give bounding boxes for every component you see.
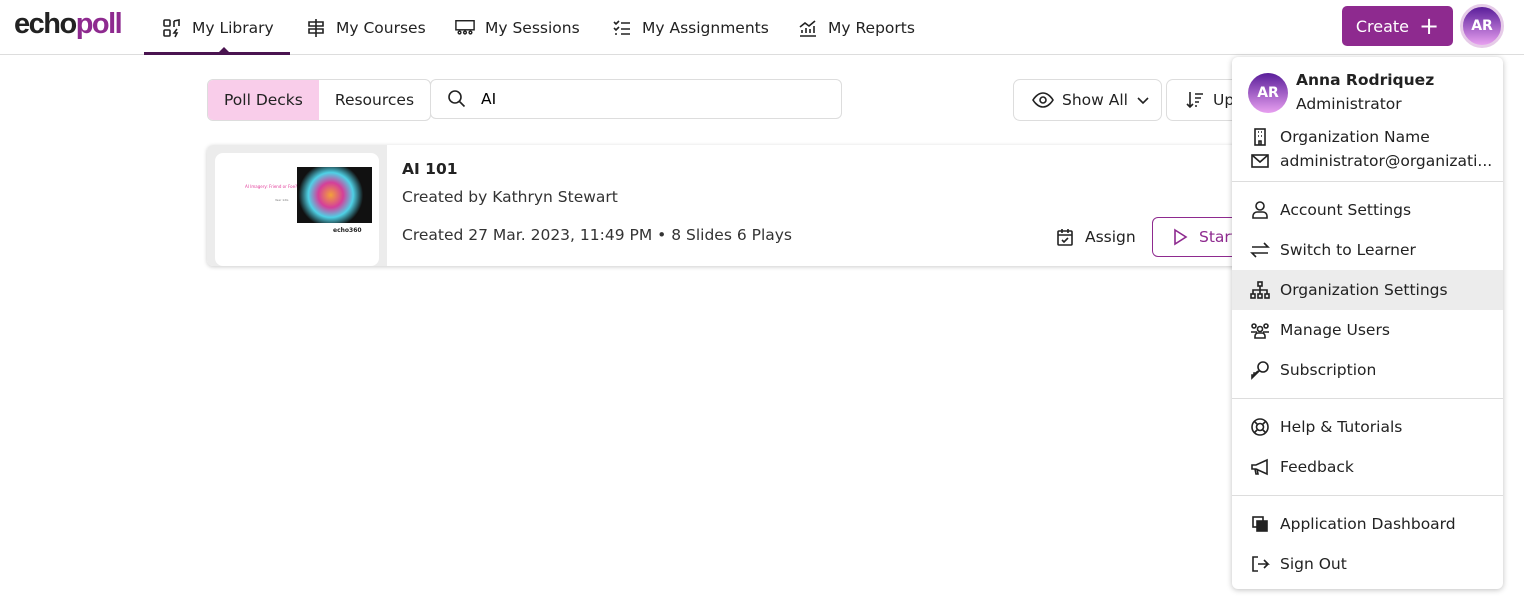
library-icon xyxy=(163,18,180,37)
key-icon xyxy=(1251,361,1269,380)
user-avatar-button[interactable]: AR xyxy=(1460,4,1504,48)
menu-manage-users[interactable]: Manage Users xyxy=(1232,310,1503,350)
menu-sign-out[interactable]: Sign Out xyxy=(1232,544,1503,584)
users-icon xyxy=(1251,323,1269,339)
library-tabs: Poll Decks Resources xyxy=(207,79,432,121)
org-chart-icon xyxy=(1250,281,1270,299)
menu-account-settings[interactable]: Account Settings xyxy=(1232,190,1503,230)
plus-icon: + xyxy=(1419,12,1440,40)
nav-my-sessions[interactable]: My Sessions xyxy=(455,0,580,55)
user-icon xyxy=(1252,201,1268,219)
menu-application-dashboard[interactable]: Application Dashboard xyxy=(1232,504,1503,544)
sessions-icon xyxy=(455,19,475,35)
nav-my-assignments[interactable]: My Assignments xyxy=(612,0,769,55)
chevron-down-icon xyxy=(1137,97,1149,105)
tab-resources[interactable]: Resources xyxy=(319,80,430,120)
deck-author: Created by Kathryn Stewart xyxy=(402,188,618,206)
play-icon xyxy=(1174,228,1188,246)
top-bar: echopoll My Library My Courses My Sessio… xyxy=(0,0,1524,55)
menu-organization-settings[interactable]: Organization Settings xyxy=(1232,270,1503,310)
calendar-check-icon xyxy=(1057,229,1073,246)
menu-help-tutorials[interactable]: Help & Tutorials xyxy=(1232,407,1503,447)
eye-icon xyxy=(1032,92,1054,108)
user-menu: AR Anna Rodriquez Administrator Organiza… xyxy=(1232,57,1503,589)
poll-deck-card[interactable]: AI Imagery: Friend or Foe? Year 12G echo… xyxy=(207,145,1267,266)
deck-meta: Created 27 Mar. 2023, 11:49 PM • 8 Slide… xyxy=(402,226,793,244)
nav-my-courses[interactable]: My Courses xyxy=(306,0,426,55)
chart-icon xyxy=(799,19,816,37)
search-icon xyxy=(448,90,466,108)
user-role: Administrator xyxy=(1296,95,1402,113)
create-button[interactable]: Create + xyxy=(1342,6,1453,46)
lifebuoy-icon xyxy=(1251,418,1269,436)
thumbnail-image xyxy=(297,167,372,223)
switch-icon xyxy=(1250,242,1270,258)
email-line: administrator@organizati... xyxy=(1250,151,1492,171)
mail-icon xyxy=(1251,154,1269,168)
sign-out-icon xyxy=(1252,556,1270,572)
menu-avatar: AR xyxy=(1248,73,1288,113)
copy-icon xyxy=(1252,516,1268,532)
menu-feedback[interactable]: Feedback xyxy=(1232,447,1503,487)
building-icon xyxy=(1254,128,1266,146)
nav-my-reports[interactable]: My Reports xyxy=(798,0,915,55)
deck-title[interactable]: AI 101 xyxy=(402,160,458,178)
org-line: Organization Name xyxy=(1250,127,1430,147)
search-input[interactable] xyxy=(481,90,821,108)
signpost-icon xyxy=(308,18,324,37)
echopoll-logo[interactable]: echopoll xyxy=(14,8,123,41)
nav-my-library[interactable]: My Library xyxy=(144,0,290,55)
search-box xyxy=(430,79,842,119)
assign-button[interactable]: Assign xyxy=(1055,227,1136,247)
tab-poll-decks[interactable]: Poll Decks xyxy=(208,80,319,120)
user-name: Anna Rodriquez xyxy=(1296,71,1435,89)
checklist-icon xyxy=(613,19,630,35)
menu-subscription[interactable]: Subscription xyxy=(1232,350,1503,390)
deck-thumbnail: AI Imagery: Friend or Foe? Year 12G echo… xyxy=(207,145,387,266)
show-all-filter[interactable]: Show All xyxy=(1013,79,1162,121)
sort-icon xyxy=(1186,92,1203,109)
megaphone-icon xyxy=(1251,458,1268,476)
menu-switch-to-learner[interactable]: Switch to Learner xyxy=(1232,230,1503,270)
